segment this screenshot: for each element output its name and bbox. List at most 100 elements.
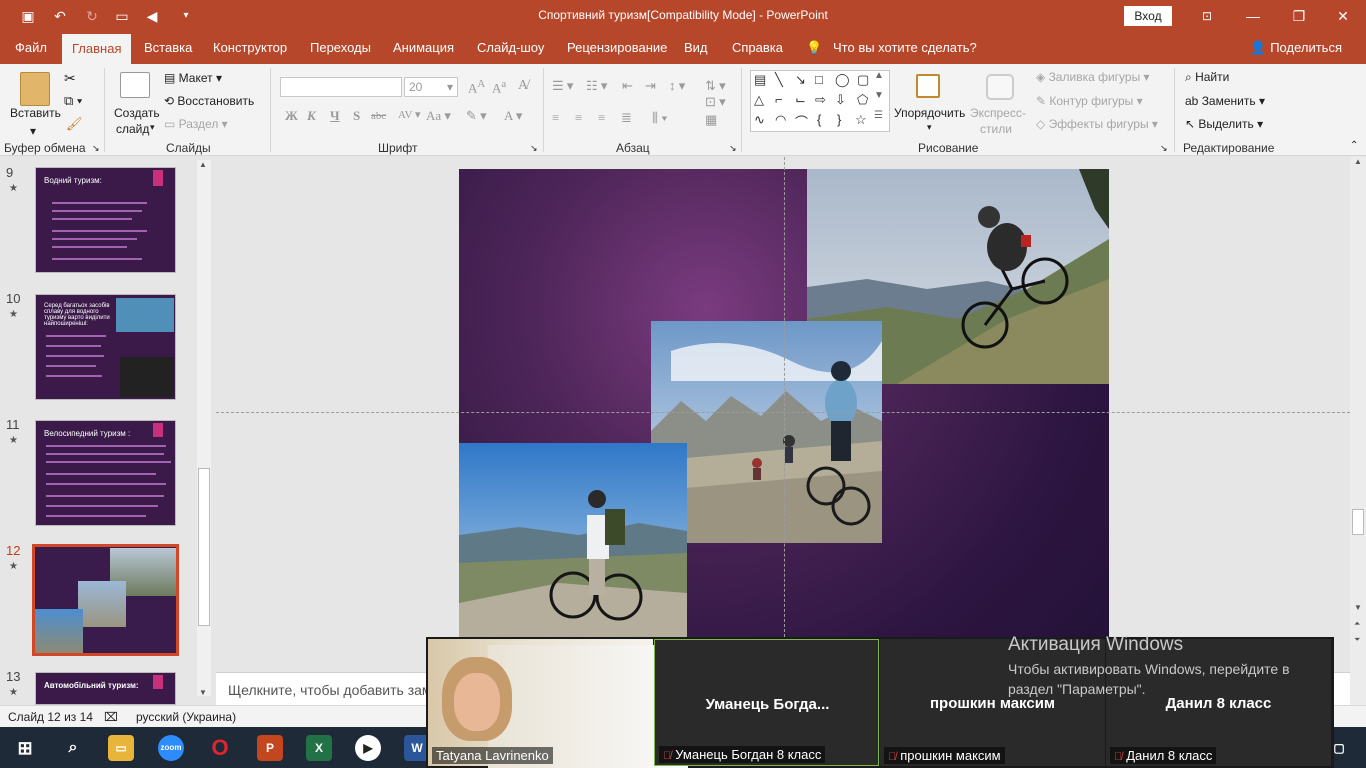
tab-transitions[interactable]: Переходы	[310, 32, 371, 64]
login-button[interactable]: Вход	[1124, 6, 1172, 26]
start-icon[interactable]: ⊞	[12, 735, 38, 761]
find-button[interactable]: ⌕ Найти	[1185, 70, 1229, 85]
shapes-gallery[interactable]: ▤ ╲ ↘ □ ◯ ▢ △ ⌐ ⌙ ⇨ ⇩ ⬠ ∿ ◠ ⌒ { } ☆	[750, 70, 890, 132]
powerpoint-icon[interactable]: P	[257, 735, 283, 761]
align-right-icon[interactable]: ≡	[598, 110, 605, 126]
line-spacing-icon[interactable]: ↕ ▾	[669, 78, 685, 94]
align-center-icon[interactable]: ≡	[575, 110, 582, 126]
tab-insert[interactable]: Вставка	[144, 32, 192, 64]
vertical-guide[interactable]	[784, 157, 785, 637]
decrease-indent-icon[interactable]: ⇤	[622, 78, 633, 94]
quick-styles-icon[interactable]	[986, 74, 1014, 100]
align-text-icon[interactable]: ⊡ ▾	[705, 94, 726, 110]
shape-outline-button[interactable]: ✎ Контур фигуры ▾	[1036, 94, 1143, 108]
align-left-icon[interactable]: ≡	[552, 110, 559, 126]
paragraph-launcher-icon[interactable]: ↘	[729, 143, 737, 154]
next-slide-icon[interactable]: ⏷	[1354, 635, 1360, 645]
font-size-combo[interactable]: 20 ▾	[404, 77, 458, 97]
columns-icon[interactable]: ⫼ ▾	[652, 110, 668, 126]
new-slide-button[interactable]: Создать	[114, 106, 160, 120]
canvas-scrollbar-thumb[interactable]	[1352, 509, 1364, 535]
self-video-tile[interactable]: Tatyana Lavrinenko	[428, 639, 688, 768]
shrink-font-icon[interactable]: Aa	[492, 78, 506, 96]
tab-design[interactable]: Конструктор	[213, 32, 287, 64]
close-button[interactable]: ✕	[1320, 0, 1366, 32]
slides-scrollbar-thumb[interactable]	[198, 468, 210, 626]
tab-review[interactable]: Рецензирование	[567, 32, 667, 64]
spellcheck-icon[interactable]: ⌧	[104, 710, 118, 724]
file-explorer-icon[interactable]: ▭	[108, 735, 134, 761]
slide-thumbnail-11[interactable]: Велосипедний туризм :	[35, 420, 176, 526]
search-icon[interactable]: ⌕	[60, 735, 86, 761]
undo-icon[interactable]: ↶	[50, 6, 70, 26]
increase-indent-icon[interactable]: ⇥	[645, 78, 656, 94]
tab-help[interactable]: Справка	[732, 32, 783, 64]
char-spacing-icon[interactable]: AV ▾	[398, 108, 421, 121]
drawing-launcher-icon[interactable]: ↘	[1160, 143, 1168, 154]
slide-thumbnail-12[interactable]	[32, 544, 179, 656]
gallery-scroll-down-icon[interactable]: ▼	[874, 90, 884, 101]
bullets-icon[interactable]: ☰ ▾	[552, 78, 573, 94]
participant-tile[interactable]: Уманець Богда... 🎙̸ Уманець Богдан 8 клас…	[654, 639, 879, 766]
shadow-button[interactable]: S	[353, 108, 360, 124]
opera-icon[interactable]: O	[207, 735, 233, 761]
cyclist-backpack-photo[interactable]	[459, 443, 687, 637]
language-indicator[interactable]: русский (Украина)	[136, 710, 236, 724]
clear-format-icon[interactable]: A̸	[518, 78, 528, 94]
maximize-button[interactable]: ❐	[1276, 0, 1322, 32]
arrange-icon[interactable]	[916, 74, 940, 98]
font-name-combo[interactable]	[280, 77, 402, 97]
italic-button[interactable]: К	[307, 108, 316, 124]
gallery-scroll-up-icon[interactable]: ▲	[874, 70, 884, 81]
justify-icon[interactable]: ≣	[621, 110, 632, 126]
collapse-ribbon-icon[interactable]: ⌃	[1350, 140, 1358, 151]
new-slide-icon[interactable]	[120, 72, 150, 98]
prev-slide-icon[interactable]: ⏶	[1354, 619, 1360, 629]
tab-home[interactable]: Главная	[62, 34, 132, 64]
clipboard-launcher-icon[interactable]: ↘	[92, 143, 100, 154]
text-direction-icon[interactable]: ⇅ ▾	[705, 78, 726, 94]
shape-effects-button[interactable]: ◇ Эффекты фигуры ▾	[1036, 117, 1158, 131]
highlight-icon[interactable]: ✎ ▾	[466, 108, 487, 124]
gallery-more-icon[interactable]: ☰	[874, 110, 883, 121]
replace-button[interactable]: ab Заменить ▾	[1185, 94, 1265, 108]
font-launcher-icon[interactable]: ↘	[530, 143, 538, 154]
smartart-icon[interactable]: ▦	[705, 112, 717, 128]
minimize-button[interactable]: —	[1230, 0, 1276, 32]
arrange-button[interactable]: Упорядочить	[894, 106, 965, 120]
select-button[interactable]: ↖ Выделить ▾	[1185, 117, 1263, 131]
present-icon[interactable]: ▭	[112, 6, 132, 26]
tab-file[interactable]: Файл	[15, 32, 47, 64]
slide-thumbnail-13[interactable]: Автомобільний туризм:	[35, 672, 176, 705]
paste-button[interactable]: Вставить	[10, 106, 61, 120]
slides-scrollbar[interactable]: ▲ ▼	[197, 160, 211, 697]
slide-thumbnail-10[interactable]: Серед багатьох засобів сплаву для водног…	[35, 294, 176, 400]
share-button[interactable]: 👤 Поделиться	[1250, 32, 1342, 64]
grow-font-icon[interactable]: AA	[468, 78, 485, 96]
underline-button[interactable]: Ч	[330, 108, 340, 124]
media-player-icon[interactable]: ▶	[355, 735, 381, 761]
numbering-icon[interactable]: ☷ ▾	[586, 78, 607, 94]
cut-icon[interactable]: ✂	[64, 70, 76, 87]
format-painter-icon[interactable]: 🖌	[66, 116, 83, 132]
tell-me-search[interactable]: Что вы хотите сделать?	[833, 32, 977, 64]
speaker-icon[interactable]: ◀	[142, 6, 162, 26]
shape-fill-button[interactable]: ◈ Заливка фигуры ▾	[1036, 70, 1150, 84]
copy-icon[interactable]: ⧉ ▾	[64, 93, 82, 109]
tab-animation[interactable]: Анимация	[393, 32, 454, 64]
font-color-icon[interactable]: A ▾	[504, 108, 522, 124]
paste-icon[interactable]	[20, 72, 50, 106]
ribbon-display-icon[interactable]: ⊡	[1184, 0, 1230, 32]
tab-view[interactable]: Вид	[684, 32, 708, 64]
horizontal-guide[interactable]	[216, 412, 1350, 413]
reset-button[interactable]: ⟲ Восстановить	[164, 94, 254, 108]
bold-button[interactable]: Ж	[285, 108, 298, 124]
quick-styles-button[interactable]: Экспресс-	[970, 106, 1026, 120]
tab-slideshow[interactable]: Слайд-шоу	[477, 32, 544, 64]
zoom-icon[interactable]: zoom	[158, 735, 184, 761]
layout-button[interactable]: ▤ Макет ▾	[164, 71, 222, 85]
section-button[interactable]: ▭ Раздел ▾	[164, 117, 228, 131]
canvas-scrollbar[interactable]: ▲ ▼ ⏶ ⏷	[1350, 157, 1366, 705]
strikethrough-button[interactable]: abc	[371, 110, 386, 122]
excel-icon[interactable]: X	[306, 735, 332, 761]
